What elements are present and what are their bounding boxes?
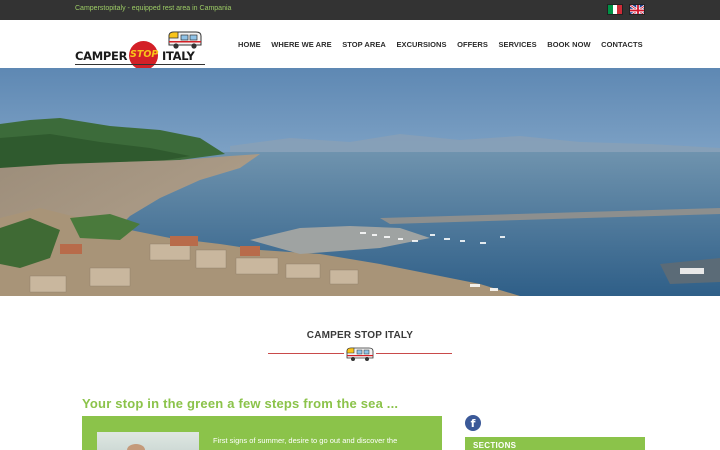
sections-panel-header: SECTIONS — [465, 437, 645, 450]
site-logo[interactable]: CAMPER STOP ITALY — [74, 30, 209, 72]
nav-home[interactable]: HOME — [238, 40, 261, 49]
logo-word-stop: STOP — [130, 49, 159, 60]
intro-text: First signs of summer, desire to go out … — [213, 436, 398, 445]
main-nav: HOME WHERE WE ARE STOP AREA EXCURSIONS O… — [238, 40, 653, 49]
section-title: CAMPER STOP ITALY — [306, 330, 414, 341]
nav-book-now[interactable]: BOOK NOW — [547, 40, 590, 49]
divider-line-right — [376, 353, 452, 354]
logo-underline — [75, 64, 205, 65]
sections-title: SECTIONS — [473, 441, 517, 450]
nav-excursions[interactable]: EXCURSIONS — [396, 40, 446, 49]
camper-van-icon — [346, 347, 374, 361]
nav-services[interactable]: SERVICES — [498, 40, 536, 49]
divider-line-left — [268, 353, 344, 354]
camper-van-icon — [168, 31, 202, 49]
logo-word-camper: CAMPER — [75, 49, 128, 63]
hero-coastline-image — [0, 68, 720, 296]
nav-where-we-are[interactable]: WHERE WE ARE — [271, 40, 331, 49]
logo-word-italy: ITALY — [162, 49, 195, 63]
site-header: CAMPER STOP ITALY HOME WHERE WE ARE STOP… — [0, 20, 720, 70]
uk-flag-icon[interactable] — [629, 4, 645, 15]
nav-contacts[interactable]: CONTACTS — [601, 40, 643, 49]
top-bar: Camperstopitaly - equipped rest area in … — [0, 0, 720, 20]
nav-offers[interactable]: OFFERS — [457, 40, 488, 49]
main-headline: Your stop in the green a few steps from … — [82, 396, 399, 411]
site-tagline: Camperstopitaly - equipped rest area in … — [75, 5, 232, 12]
thumbnail-figure — [127, 444, 145, 450]
section-divider — [268, 346, 452, 362]
intro-thumbnail — [97, 432, 199, 450]
facebook-icon[interactable]: f — [465, 415, 481, 431]
nav-stop-area[interactable]: STOP AREA — [342, 40, 386, 49]
italy-flag-icon[interactable] — [607, 4, 623, 15]
